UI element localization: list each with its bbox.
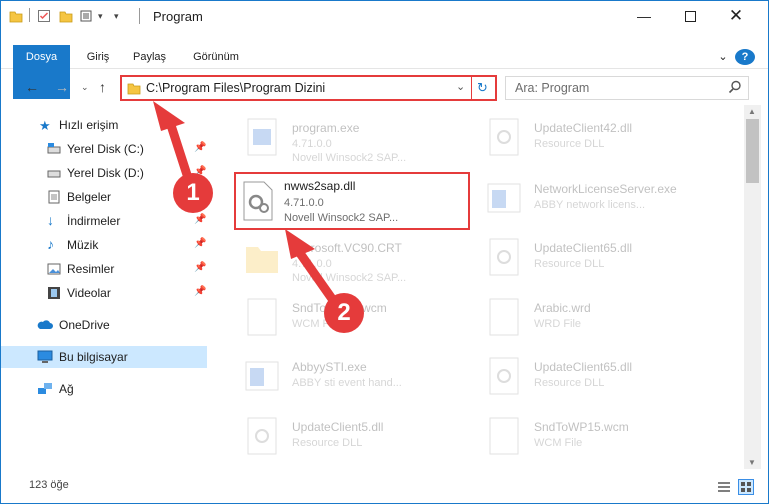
step-badge-1: 1 [173, 173, 213, 213]
annotation-arrows [153, 101, 340, 308]
explorer-window: ▾ ▾ Program — ✕ Dosya Giriş Paylaş Görün… [0, 0, 769, 504]
step-badge-2: 2 [324, 293, 364, 333]
